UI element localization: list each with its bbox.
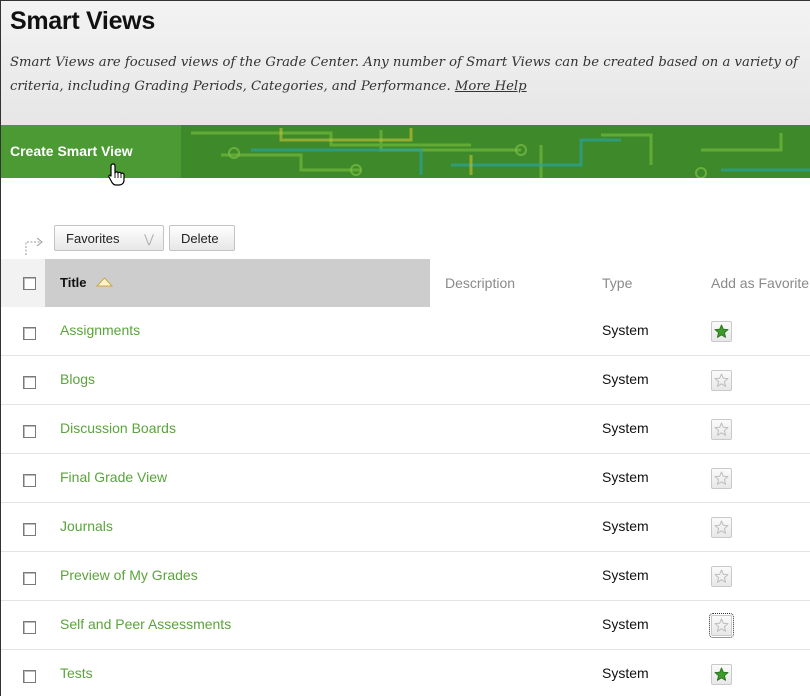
- table-row: Assignments System: [1, 307, 810, 356]
- smart-view-link[interactable]: Self and Peer Assessments: [60, 601, 231, 648]
- select-all-checkbox[interactable]: [23, 277, 36, 290]
- description-line-1: Smart Views are focused views of the Gra…: [10, 55, 798, 70]
- star-filled-icon: [714, 324, 729, 338]
- smart-views-page: Smart Views Smart Views are focused view…: [0, 0, 810, 696]
- smart-view-type: System: [602, 371, 649, 387]
- table-row: Preview of My Grades System: [1, 552, 810, 601]
- create-smart-view-button[interactable]: Create Smart View: [1, 125, 181, 178]
- favorite-column-header[interactable]: Add as Favorite: [711, 259, 809, 307]
- table-row: Self and Peer Assessments System: [1, 601, 810, 650]
- sort-ascending-icon: [96, 277, 114, 287]
- row-checkbox[interactable]: [23, 621, 36, 634]
- bulk-action-arrow-icon: [25, 237, 43, 255]
- star-outline-icon: [714, 569, 729, 583]
- smart-view-type: System: [602, 420, 649, 436]
- smart-view-link[interactable]: Discussion Boards: [60, 405, 176, 452]
- add-favorite-button[interactable]: [711, 321, 732, 342]
- row-checkbox[interactable]: [23, 572, 36, 585]
- add-favorite-button[interactable]: [711, 664, 732, 685]
- star-outline-icon: [714, 618, 729, 632]
- chevron-down-icon: ⋁: [144, 232, 154, 246]
- smart-view-type: System: [602, 518, 649, 534]
- title-column-header[interactable]: Title: [45, 259, 430, 307]
- description-line-2: criteria, including Grading Periods, Cat…: [10, 75, 810, 99]
- select-all-cell: [1, 259, 45, 307]
- smart-view-type: System: [602, 322, 649, 338]
- add-favorite-button[interactable]: [711, 468, 732, 489]
- type-column-header[interactable]: Type: [602, 259, 632, 307]
- table-header: Title Description Type Add as Favorite: [1, 259, 810, 307]
- title-header-label: Title: [60, 275, 87, 290]
- smart-view-link[interactable]: Final Grade View: [60, 454, 167, 501]
- add-favorite-button[interactable]: [711, 370, 732, 391]
- favorites-label: Favorites: [66, 231, 120, 246]
- hand-pointer-icon: [108, 163, 125, 186]
- table-action-bar: Favorites ⋁ Delete: [1, 225, 810, 255]
- table-row: Discussion Boards System: [1, 405, 810, 454]
- star-outline-icon: [714, 373, 729, 387]
- smart-view-type: System: [602, 616, 649, 632]
- add-favorite-button[interactable]: [711, 517, 732, 538]
- page-description: Smart Views are focused views of the Gra…: [10, 51, 810, 99]
- add-favorite-button[interactable]: [709, 613, 734, 638]
- smart-view-link[interactable]: Tests: [60, 650, 93, 696]
- page-title: Smart Views: [10, 7, 155, 35]
- smart-views-list: Assignments System Blogs System Discussion B…: [1, 307, 810, 696]
- add-favorite-button[interactable]: [711, 419, 732, 440]
- smart-view-type: System: [602, 665, 649, 681]
- smart-view-link[interactable]: Preview of My Grades: [60, 552, 198, 599]
- table-row: Blogs System: [1, 356, 810, 405]
- more-help-link[interactable]: More Help: [455, 79, 527, 94]
- star-filled-icon: [714, 667, 729, 681]
- smart-view-type: System: [602, 567, 649, 583]
- favorites-button[interactable]: Favorites ⋁: [54, 225, 164, 251]
- smart-view-type: System: [602, 469, 649, 485]
- star-outline-icon: [714, 422, 729, 436]
- star-outline-icon: [714, 471, 729, 485]
- delete-button[interactable]: Delete: [169, 225, 235, 251]
- table-row: Journals System: [1, 503, 810, 552]
- row-checkbox[interactable]: [23, 474, 36, 487]
- row-checkbox[interactable]: [23, 376, 36, 389]
- smart-view-link[interactable]: Journals: [60, 503, 113, 550]
- row-checkbox[interactable]: [23, 425, 36, 438]
- smart-view-link[interactable]: Assignments: [60, 307, 140, 354]
- smart-view-link[interactable]: Blogs: [60, 356, 95, 403]
- row-checkbox[interactable]: [23, 670, 36, 683]
- star-outline-icon: [714, 520, 729, 534]
- description-column-header[interactable]: Description: [445, 259, 515, 307]
- row-checkbox[interactable]: [23, 327, 36, 340]
- table-row: Final Grade View System: [1, 454, 810, 503]
- description-text: criteria, including Grading Periods, Cat…: [10, 79, 451, 94]
- add-favorite-button[interactable]: [711, 566, 732, 587]
- page-header: Smart Views Smart Views are focused view…: [1, 1, 810, 126]
- table-row: Tests System: [1, 650, 810, 696]
- row-checkbox[interactable]: [23, 523, 36, 536]
